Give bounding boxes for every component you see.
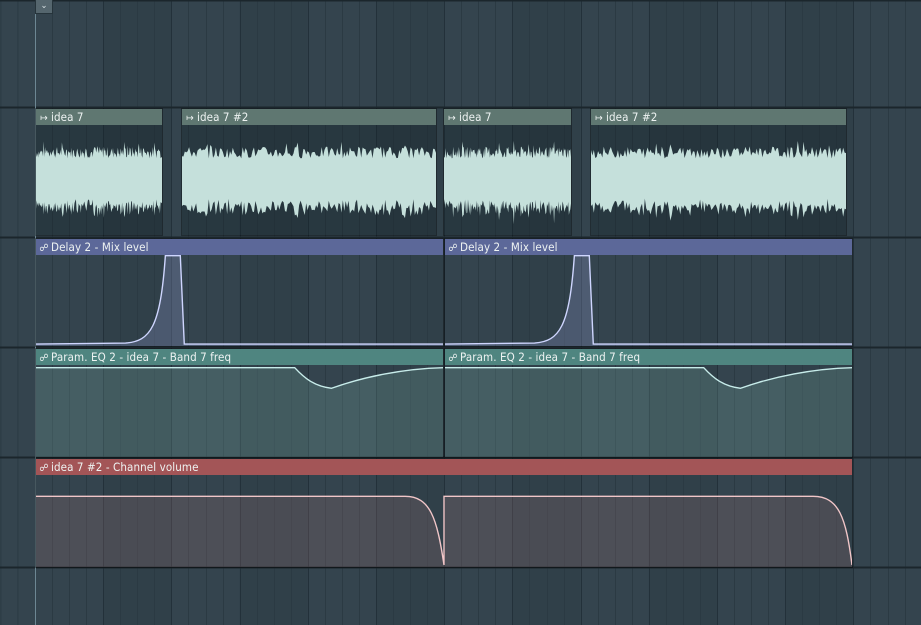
automation-clip[interactable]: ☍ Delay 2 - Mix level [35, 238, 444, 347]
playlist-menu-button[interactable]: ⌄ [35, 0, 53, 14]
automation-curve [36, 366, 443, 457]
audio-clip-icon: ↦ [595, 113, 603, 124]
automation-curve [445, 366, 852, 457]
waveform [36, 125, 162, 235]
clip-header[interactable]: ↦ idea 7 #2 [182, 109, 436, 125]
audio-clip-icon: ↦ [186, 113, 194, 124]
audio-clip-icon: ↦ [448, 113, 456, 124]
clip-label: idea 7 [51, 110, 84, 124]
automation-curve [445, 255, 852, 346]
automation-clip[interactable]: ☍ Delay 2 - Mix level [444, 238, 853, 347]
clip-label: idea 7 #2 [606, 110, 658, 124]
chevron-down-icon: ⌄ [40, 1, 48, 11]
automation-curve [36, 495, 852, 567]
waveform [444, 125, 571, 235]
audio-clip[interactable]: ↦ idea 7 [35, 108, 163, 236]
automation-clip[interactable]: ☍ idea 7 #2 - Channel volume [35, 458, 853, 568]
audio-clip[interactable]: ↦ idea 7 [443, 108, 572, 236]
automation-curve [36, 255, 443, 346]
waveform [591, 125, 846, 235]
audio-clip[interactable]: ↦ idea 7 #2 [590, 108, 847, 236]
audio-clip-icon: ↦ [40, 113, 48, 124]
clip-header[interactable]: ↦ idea 7 #2 [591, 109, 846, 125]
clip-header[interactable]: ↦ idea 7 [444, 109, 571, 125]
clip-label: idea 7 #2 [197, 110, 249, 124]
waveform [182, 125, 436, 235]
automation-clip[interactable]: ☍ Param. EQ 2 - idea 7 - Band 7 freq [444, 348, 853, 458]
audio-clip[interactable]: ↦ idea 7 #2 [181, 108, 437, 236]
automation-clip[interactable]: ☍ Param. EQ 2 - idea 7 - Band 7 freq [35, 348, 444, 458]
clip-header[interactable]: ↦ idea 7 [36, 109, 162, 125]
clip-label: idea 7 [459, 110, 492, 124]
